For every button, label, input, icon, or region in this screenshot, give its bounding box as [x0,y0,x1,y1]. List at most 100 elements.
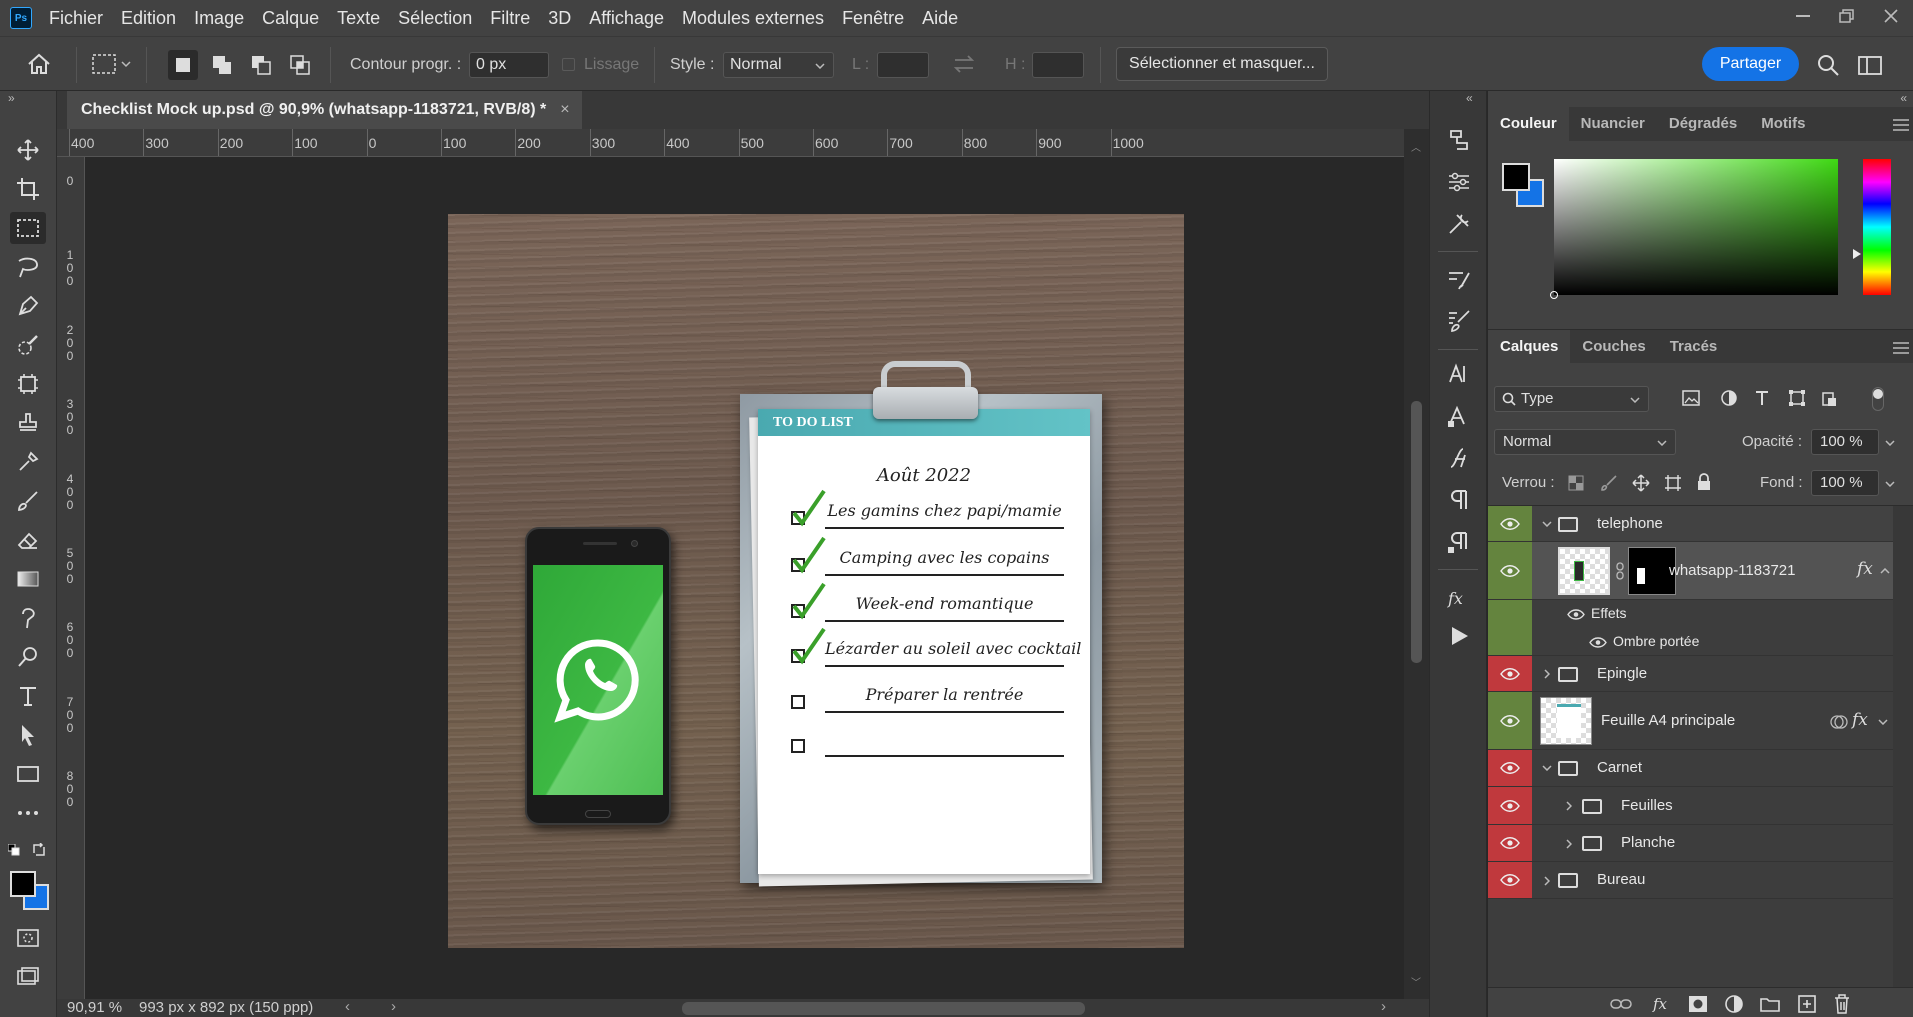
dodge-tool[interactable] [10,641,46,673]
chevron-right-icon[interactable] [1566,839,1572,849]
close-tab-icon[interactable]: × [560,101,569,119]
select-and-mask-button[interactable]: Sélectionner et masquer... [1116,47,1328,81]
height-input[interactable] [1032,52,1084,78]
menu-edition[interactable]: Edition [112,0,185,36]
menu-3d[interactable]: 3D [539,0,580,36]
blend-mode-select[interactable]: Normal [1494,429,1676,455]
tab-calques[interactable]: Calques [1488,330,1571,363]
chevron-down-icon[interactable] [1542,765,1552,771]
link-layers-icon[interactable] [1610,998,1632,1010]
visibility-toggle[interactable] [1488,506,1532,541]
filter-toggle[interactable] [1872,387,1884,411]
share-button[interactable]: Partager [1702,47,1799,81]
eyedropper-tool[interactable] [10,446,46,478]
chevron-right-icon[interactable] [1544,876,1550,886]
feather-input[interactable]: 0 px [469,52,549,78]
new-group-icon[interactable] [1760,996,1780,1012]
chevron-down-icon[interactable] [1542,521,1552,527]
search-button[interactable] [1816,53,1840,82]
smudge-tool[interactable] [10,602,46,634]
type-tool[interactable] [10,680,46,712]
scroll-left-icon[interactable]: ‹ [345,998,350,1015]
move-tool[interactable] [10,134,46,166]
filter-adjustment-icon[interactable] [1720,389,1738,407]
styles-fx-icon[interactable]: fx [1446,585,1472,611]
new-layer-icon[interactable] [1798,995,1816,1013]
path-selection-tool[interactable] [10,719,46,751]
new-selection-button[interactable] [168,50,198,80]
more-tools-button[interactable] [10,797,46,829]
visibility-toggle[interactable] [1488,787,1532,824]
lock-artboard-icon[interactable] [1664,474,1682,492]
visibility-toggle[interactable] [1488,692,1532,749]
hue-slider-marker-icon[interactable] [1853,249,1861,259]
visibility-toggle[interactable] [1488,542,1532,599]
layer-row-feuille-a4[interactable]: Feuille A4 principale fx [1488,692,1893,750]
layer-row-carnet[interactable]: Carnet [1488,750,1893,787]
lock-pixels-icon[interactable] [1601,475,1617,491]
collapse-panels-icon[interactable]: « [1900,91,1907,105]
frame-tool[interactable] [10,368,46,400]
layer-row-telephone[interactable]: telephone [1488,506,1893,542]
menu-filtre[interactable]: Filtre [481,0,539,36]
opacity-chevron-icon[interactable] [1885,440,1895,446]
foreground-color-swatch[interactable] [10,871,36,897]
scroll-down-icon[interactable]: ﹀ [1411,974,1421,989]
visibility-toggle[interactable] [1488,862,1532,898]
status-menu-icon[interactable]: › [391,998,396,1015]
menu-texte[interactable]: Texte [328,0,389,36]
smoothing-checkbox[interactable] [562,58,575,71]
vertical-scroll-thumb[interactable] [1411,401,1422,663]
workspace-button[interactable] [1858,55,1884,82]
visibility-toggle[interactable] [1488,656,1532,691]
eraser-tool[interactable] [10,524,46,556]
scroll-right-icon[interactable]: › [1381,998,1386,1015]
fill-input[interactable]: 100 % [1811,470,1879,496]
layer-thumbnail[interactable] [1540,697,1592,745]
zoom-level[interactable]: 90,91 % [67,999,122,1016]
screen-mode-button[interactable] [10,961,46,993]
color-panel-foreground-swatch[interactable] [1502,163,1530,191]
layer-row-planche[interactable]: Planche [1488,825,1893,862]
menu-image[interactable]: Image [185,0,253,36]
glyphs-icon[interactable] [1446,445,1472,471]
home-button[interactable] [26,51,52,82]
rectangle-tool[interactable] [10,758,46,790]
visibility-toggle[interactable] [1488,825,1532,861]
menu-aide[interactable]: Aide [913,0,967,36]
panel-menu-icon[interactable] [1893,342,1909,354]
chevron-up-icon[interactable] [1880,568,1890,574]
fill-chevron-icon[interactable] [1885,481,1895,487]
rect-marquee-tool[interactable] [10,212,46,244]
canvas-area[interactable]: TO DO LIST Août 2022 Les gamins chez pap… [85,157,1404,999]
horizontal-scroll-thumb[interactable] [682,1002,1085,1015]
add-style-fx-icon[interactable]: fx [1652,994,1674,1014]
paragraph-styles-icon[interactable] [1446,529,1472,555]
menu-affichage[interactable]: Affichage [580,0,673,36]
add-selection-button[interactable] [207,50,237,80]
character-icon[interactable] [1446,361,1472,387]
filter-type-icon[interactable] [1754,390,1770,406]
menu-selection[interactable]: Sélection [389,0,481,36]
lock-position-icon[interactable] [1632,474,1650,492]
chevron-right-icon[interactable] [1544,669,1550,679]
character-styles-icon[interactable] [1446,403,1472,429]
lock-transparent-icon[interactable] [1568,475,1584,491]
paragraph-icon[interactable] [1446,487,1472,513]
layer-filter-select[interactable]: Type [1494,386,1649,412]
quick-selection-tool[interactable] [10,329,46,361]
menu-fichier[interactable]: Fichier [40,0,112,36]
color-picker-cursor[interactable] [1550,291,1558,299]
brush-tool[interactable] [10,485,46,517]
tools-options-icon[interactable] [1446,211,1472,237]
chevron-down-icon[interactable] [1878,719,1888,725]
layer-effect-drop-shadow[interactable]: Ombre portée [1488,628,1893,656]
lasso-tool[interactable] [10,251,46,283]
tab-nuancier[interactable]: Nuancier [1569,107,1657,141]
color-picker-field[interactable] [1550,159,1838,299]
stamp-tool[interactable] [10,407,46,439]
default-colors-icon[interactable] [7,843,20,861]
minimize-button[interactable] [1781,0,1825,32]
layer-effects-row[interactable]: Effets [1488,600,1893,628]
width-input[interactable] [877,52,929,78]
